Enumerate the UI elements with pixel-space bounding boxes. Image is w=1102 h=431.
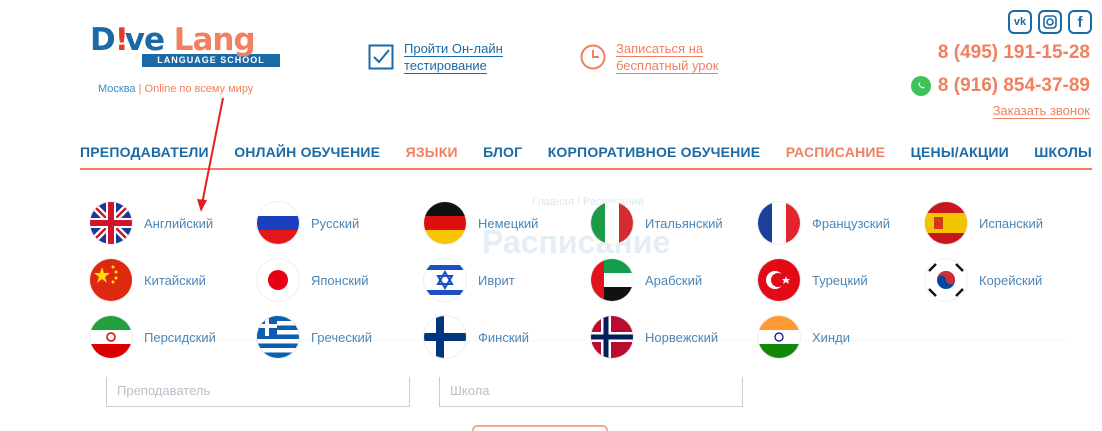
logo-letters-ve: ve	[124, 22, 165, 58]
callback-link[interactable]: Заказать звонок	[992, 103, 1090, 119]
language-item[interactable]: Немецкий	[424, 202, 538, 244]
language-name: Хинди	[812, 329, 850, 345]
instagram-icon[interactable]	[1038, 10, 1062, 34]
fr-flag-icon	[758, 202, 800, 244]
free-lesson-line2[interactable]: бесплатный урок	[616, 58, 719, 74]
language-item[interactable]: Финский	[424, 316, 529, 358]
online-test-line2[interactable]: тестирование	[404, 58, 487, 74]
ae-flag-icon	[591, 259, 633, 301]
language-name: Японский	[311, 272, 369, 288]
language-name: Русский	[311, 215, 360, 231]
language-name: Арабский	[645, 272, 703, 288]
es-flag-icon	[925, 202, 967, 244]
vk-icon[interactable]: vk	[1008, 10, 1032, 34]
language-name: Норвежский	[645, 329, 719, 345]
online-test-line1[interactable]: Пройти Он-лайн	[404, 41, 503, 57]
gr-flag-icon	[257, 316, 299, 358]
separator: |	[138, 83, 142, 95]
it-flag-icon	[591, 202, 633, 244]
whatsapp-icon	[910, 76, 931, 96]
language-item[interactable]: Французский	[758, 202, 890, 244]
nav-item-online[interactable]: ОНЛАЙН ОБУЧЕНИЕ	[234, 144, 380, 160]
phone-moscow[interactable]: 8 (495) 191-15-28	[938, 42, 1090, 64]
language-item[interactable]: Арабский	[591, 259, 702, 301]
kr-flag-icon	[925, 259, 967, 301]
city-label: Москва	[98, 83, 136, 95]
checkbox-icon	[368, 44, 394, 70]
language-name: Персидский	[144, 329, 216, 345]
language-name: Немецкий	[478, 215, 539, 231]
language-name: Иврит	[478, 272, 515, 288]
filter-divider	[108, 340, 1068, 341]
language-item[interactable]: Корейский	[925, 259, 1042, 301]
language-name: Турецкий	[812, 272, 868, 288]
nav-item-schedule[interactable]: РАСПИСАНИЕ	[786, 144, 886, 160]
language-item[interactable]: Английский	[90, 202, 213, 244]
ir-flag-icon	[90, 316, 132, 358]
teacher-select[interactable]: Преподаватель	[106, 377, 410, 407]
jp-flag-icon	[257, 259, 299, 301]
language-name: Финский	[478, 329, 530, 345]
nav-item-blog[interactable]: БЛОГ	[483, 144, 522, 160]
language-item[interactable]: Китайский	[90, 259, 206, 301]
logo-subtitle: LANGUAGE SCHOOL	[142, 54, 280, 67]
online-label: Online по всему миру	[144, 83, 254, 95]
phone-whatsapp-number[interactable]: 8 (916) 854-37-89	[938, 75, 1090, 97]
nav-item-corporate[interactable]: КОРПОРАТИВНОЕ ОБУЧЕНИЕ	[548, 144, 761, 160]
language-item[interactable]: Турецкий	[758, 259, 868, 301]
school-select[interactable]: Школа	[439, 377, 743, 407]
logo-wordmark: D!ve Lang	[90, 24, 282, 56]
uk-flag-icon	[90, 202, 132, 244]
no-flag-icon	[591, 316, 633, 358]
nav-item-teachers[interactable]: ПРЕПОДАВАТЕЛИ	[80, 144, 209, 160]
logo-exclamation-icon: !	[114, 22, 129, 58]
il-flag-icon	[424, 259, 466, 301]
language-item[interactable]: Персидский	[90, 316, 216, 358]
cn-flag-icon	[90, 259, 132, 301]
logo-letters-lang: Lang	[163, 22, 256, 58]
language-name: Китайский	[144, 272, 206, 288]
language-name: Французский	[812, 215, 890, 231]
language-item[interactable]: Японский	[257, 259, 369, 301]
nav-item-schools[interactable]: ШКОЛЫ	[1034, 144, 1092, 160]
location-line: Москва | Online по всему миру	[98, 83, 253, 95]
language-item[interactable]: Хинди	[758, 316, 850, 358]
logo[interactable]: D!ve Lang LANGUAGE SCHOOL	[90, 24, 282, 67]
language-item[interactable]: Норвежский	[591, 316, 718, 358]
in-flag-icon	[758, 316, 800, 358]
free-lesson-line1[interactable]: Записаться на	[616, 41, 704, 57]
nav-divider	[80, 168, 1092, 170]
phone-whatsapp[interactable]: 8 (916) 854-37-89	[910, 75, 1090, 97]
nav-item-languages[interactable]: ЯЗЫКИ	[406, 144, 458, 160]
language-item[interactable]: Испанский	[925, 202, 1043, 244]
free-lesson-link[interactable]: Записаться на бесплатный урок	[580, 40, 751, 74]
online-test-link[interactable]: Пройти Он-лайн тестирование	[368, 40, 539, 74]
language-item[interactable]: Иврит	[424, 259, 515, 301]
social-links: vk f	[1008, 10, 1092, 34]
ru-flag-icon	[257, 202, 299, 244]
fi-flag-icon	[424, 316, 466, 358]
language-item[interactable]: Итальянский	[591, 202, 723, 244]
language-name: Испанский	[979, 215, 1044, 231]
facebook-icon[interactable]: f	[1068, 10, 1092, 34]
clock-icon	[580, 44, 606, 70]
nav-item-prices[interactable]: ЦЕНЫ/АКЦИИ	[911, 144, 1009, 160]
tr-flag-icon	[758, 259, 800, 301]
language-item[interactable]: Русский	[257, 202, 359, 244]
logo-letter-d: D	[90, 22, 116, 58]
language-name: Итальянский	[645, 215, 723, 231]
language-name: Корейский	[979, 272, 1043, 288]
language-name: Греческий	[311, 329, 373, 345]
language-name: Английский	[144, 215, 214, 231]
language-item[interactable]: Греческий	[257, 316, 372, 358]
search-button[interactable]	[472, 425, 608, 431]
main-nav: ПРЕПОДАВАТЕЛИ ОНЛАЙН ОБУЧЕНИЕ ЯЗЫКИ БЛОГ…	[80, 144, 1092, 160]
de-flag-icon	[424, 202, 466, 244]
